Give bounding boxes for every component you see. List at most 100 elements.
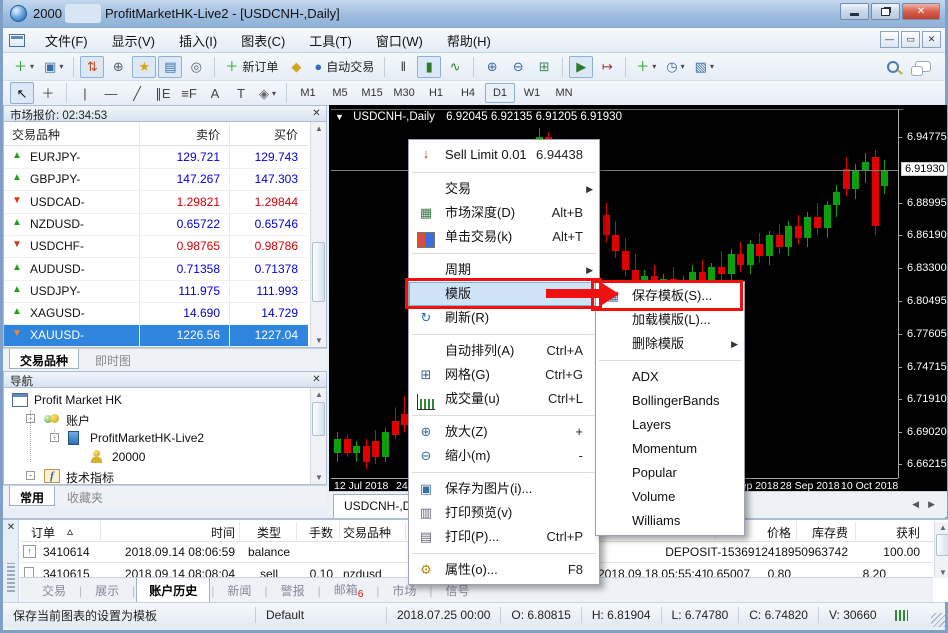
strategy-tester-button[interactable]: ◎ bbox=[184, 56, 208, 78]
context-menu-单击交易k[interactable]: 单击交易(k)Alt+T bbox=[409, 225, 599, 249]
dropdown-arrow-icon[interactable]: ▾ bbox=[681, 62, 685, 71]
timeframe-button-h4[interactable]: H4 bbox=[453, 83, 483, 103]
cursor-button[interactable]: ↖ bbox=[10, 82, 34, 104]
text-button[interactable]: A bbox=[203, 82, 227, 104]
terminal-tab-5[interactable]: 邮箱6 bbox=[322, 577, 376, 604]
terminal-tab-0[interactable]: 交易 bbox=[30, 578, 78, 603]
symbol-row-eurjpy[interactable]: ▲EURJPY-129.721129.743 bbox=[4, 147, 308, 169]
market-watch-tab-0[interactable]: 交易品种 bbox=[9, 349, 79, 369]
channel-button[interactable]: ∥E bbox=[151, 82, 175, 104]
zoom-out-button[interactable]: ⊖ bbox=[506, 56, 530, 78]
context-menu-放大Z[interactable]: ⊕放大(Z)+ bbox=[409, 420, 599, 444]
market-watch-tab-1[interactable]: 即时图 bbox=[85, 349, 141, 369]
timeframe-button-m15[interactable]: M15 bbox=[357, 83, 387, 103]
navigator-toggle[interactable]: ★ bbox=[132, 56, 156, 78]
terminal-close-icon[interactable]: ✕ bbox=[5, 522, 17, 534]
symbol-row-xagusd[interactable]: ▲XAGUSD-14.69014.729 bbox=[4, 303, 308, 325]
navigator-item-3[interactable]: 20000 bbox=[4, 448, 308, 467]
market-watch-close-icon[interactable]: ✕ bbox=[310, 108, 323, 121]
chart-child-icon[interactable] bbox=[9, 34, 25, 47]
submenu-Williams[interactable]: Williams bbox=[596, 509, 744, 533]
terminal-scrollbar[interactable]: ▲ ▼ bbox=[934, 522, 948, 578]
fibonacci-button[interactable]: ≡F bbox=[177, 82, 201, 104]
symbol-row-gbpjpy[interactable]: ▲GBPJPY-147.267147.303 bbox=[4, 169, 308, 191]
column-header-0[interactable]: 交易品种 bbox=[12, 126, 60, 143]
dropdown-arrow-icon[interactable]: ▾ bbox=[710, 62, 714, 71]
terminal-tab-2[interactable]: 账户历史 bbox=[136, 578, 210, 604]
context-menu-自动排列A[interactable]: 自动排列(A)Ctrl+A bbox=[409, 339, 599, 363]
submenu-Layers[interactable]: Layers bbox=[596, 413, 744, 437]
bar-chart-button[interactable]: ‖ bbox=[391, 56, 415, 78]
terminal-tab-3[interactable]: 新闻 bbox=[215, 578, 263, 603]
tile-windows-button[interactable]: ⊞ bbox=[532, 56, 556, 78]
column-header-1[interactable]: 卖价 bbox=[196, 126, 220, 143]
submenu-加载模版L[interactable]: 加载模版(L)... bbox=[596, 308, 744, 332]
symbol-row-usdjpy[interactable]: ▲USDJPY-111.975111.993 bbox=[4, 281, 308, 303]
resize-grip[interactable] bbox=[931, 613, 945, 627]
context-menu-成交量u[interactable]: 成交量(u)Ctrl+L bbox=[409, 387, 599, 411]
shapes-button[interactable]: ◈▾ bbox=[255, 82, 280, 104]
menu-item-5[interactable]: 窗口(W) bbox=[364, 28, 435, 53]
tab-scroll-right-icon[interactable]: ▶ bbox=[928, 499, 935, 510]
terminal-toggle[interactable]: ▤ bbox=[158, 56, 182, 78]
symbol-row-nzdusd[interactable]: ▲NZDUSD-0.657220.65746 bbox=[4, 214, 308, 236]
symbol-row-xauusd[interactable]: ▼XAUUSD-1226.561227.04 bbox=[4, 325, 308, 347]
profiles-button[interactable]: ▣▾ bbox=[40, 56, 67, 78]
scroll-up-icon[interactable]: ▲ bbox=[313, 390, 325, 399]
navigator-scrollbar[interactable]: ▲ ▼ bbox=[310, 388, 326, 484]
tab-scroll-left-icon[interactable]: ◀ bbox=[912, 499, 919, 510]
new-order-button[interactable]: ＋新订单 bbox=[221, 56, 282, 78]
zoom-in-button[interactable]: ⊕ bbox=[480, 56, 504, 78]
search-icon[interactable] bbox=[887, 61, 899, 73]
context-menu-市场深度D[interactable]: ▦市场深度(D)Alt+B bbox=[409, 201, 599, 225]
chat-icon[interactable] bbox=[915, 61, 931, 72]
dropdown-arrow-icon[interactable]: ▾ bbox=[30, 62, 34, 71]
context-menu-网格G[interactable]: ⊞网格(G)Ctrl+G bbox=[409, 363, 599, 387]
menu-item-0[interactable]: 文件(F) bbox=[33, 28, 100, 53]
timeframe-button-d1[interactable]: D1 bbox=[485, 83, 515, 103]
market-watch-toggle[interactable]: ⇅ bbox=[80, 56, 104, 78]
submenu-Volume[interactable]: Volume bbox=[596, 485, 744, 509]
crosshair-button[interactable]: ＋ bbox=[36, 82, 60, 104]
label-button[interactable]: T bbox=[229, 82, 253, 104]
symbol-row-usdcad[interactable]: ▼USDCAD-1.298211.29844 bbox=[4, 192, 308, 214]
navigator-tab-1[interactable]: 收藏夹 bbox=[57, 486, 113, 506]
data-window-button[interactable]: ⊕ bbox=[106, 56, 130, 78]
timeframe-button-m1[interactable]: M1 bbox=[293, 83, 323, 103]
new-chart-button[interactable]: ＋▾ bbox=[10, 56, 38, 78]
scroll-down-icon[interactable]: ▼ bbox=[937, 568, 948, 577]
column-header-2[interactable]: 买价 bbox=[274, 126, 298, 143]
dropdown-arrow-icon[interactable]: ▾ bbox=[59, 62, 63, 71]
autotrading-button[interactable]: ●自动交易 bbox=[310, 56, 378, 78]
timeframe-button-w1[interactable]: W1 bbox=[517, 83, 547, 103]
submenu-ADX[interactable]: ADX bbox=[596, 365, 744, 389]
auto-scroll-button[interactable]: ▶ bbox=[569, 56, 593, 78]
minimize-button[interactable] bbox=[840, 3, 869, 20]
templates-button[interactable]: ▧▾ bbox=[691, 56, 718, 78]
menu-item-3[interactable]: 图表(C) bbox=[229, 28, 297, 53]
vertical-line-button[interactable]: | bbox=[73, 82, 97, 104]
navigator-item-0[interactable]: Profit Market HK bbox=[4, 391, 308, 410]
context-menu-打印预览v[interactable]: ▥打印预览(v) bbox=[409, 501, 599, 525]
navigator-item-4[interactable]: -f技术指标 bbox=[4, 467, 308, 486]
chart-shift-button[interactable]: ↦ bbox=[595, 56, 619, 78]
context-menu-缩小m[interactable]: ⊖缩小(m)- bbox=[409, 444, 599, 468]
scroll-up-icon[interactable]: ▲ bbox=[313, 124, 325, 133]
context-menu-属性o[interactable]: ⚙属性(o)...F8 bbox=[409, 558, 599, 582]
submenu-BollingerBan[interactable]: BollingerBands bbox=[596, 389, 744, 413]
symbol-row-audusd[interactable]: ▲AUDUSD-0.713580.71378 bbox=[4, 259, 308, 281]
context-menu-SellLimit[interactable]: ↓Sell Limit 0.016.94438 bbox=[409, 142, 599, 168]
child-restore-button[interactable]: ▭ bbox=[901, 31, 920, 48]
metaeditor-button[interactable]: ◆ bbox=[284, 56, 308, 78]
symbol-row-usdchf[interactable]: ▼USDCHF-0.987650.98786 bbox=[4, 236, 308, 258]
terminal-tab-4[interactable]: 警报 bbox=[269, 578, 317, 603]
horizontal-line-button[interactable]: — bbox=[99, 82, 123, 104]
line-chart-button[interactable]: ∿ bbox=[443, 56, 467, 78]
scroll-down-icon[interactable]: ▼ bbox=[313, 336, 325, 345]
indicators-button[interactable]: ＋▾ bbox=[632, 56, 660, 78]
context-menu-交易[interactable]: 交易▶ bbox=[409, 177, 599, 201]
child-minimize-button[interactable]: — bbox=[880, 31, 899, 48]
chart-dropdown-icon[interactable]: ▼ bbox=[335, 112, 344, 122]
dropdown-arrow-icon[interactable]: ▾ bbox=[652, 62, 656, 71]
terminal-tab-1[interactable]: 展示 bbox=[83, 578, 131, 603]
